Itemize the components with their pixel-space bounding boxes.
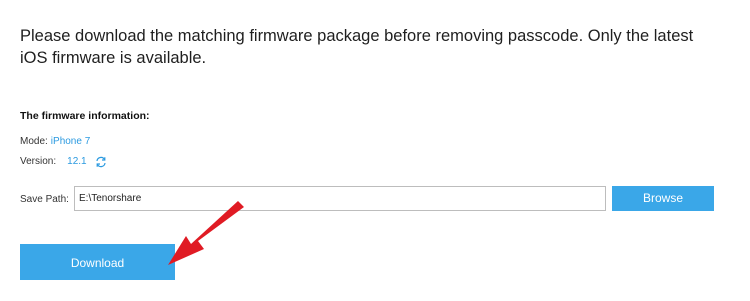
download-button[interactable]: Download bbox=[20, 244, 175, 280]
version-value: 12.1 bbox=[67, 155, 87, 167]
save-path-label: Save Path: bbox=[20, 194, 69, 205]
version-label: Version: bbox=[20, 155, 57, 167]
firmware-download-panel: Please download the matching firmware pa… bbox=[0, 0, 750, 301]
browse-button[interactable]: Browse bbox=[612, 186, 714, 211]
intro-text: Please download the matching firmware pa… bbox=[20, 25, 720, 69]
firmware-info-title: The firmware information: bbox=[20, 110, 150, 122]
save-path-input[interactable] bbox=[74, 186, 606, 211]
version-row: Version: 12.1 bbox=[20, 155, 107, 168]
intro-line-2: iOS firmware is available. bbox=[20, 49, 207, 67]
mode-label: Mode: bbox=[20, 136, 48, 147]
mode-value: iPhone 7 bbox=[50, 136, 91, 147]
intro-line-1: Please download the matching firmware pa… bbox=[20, 27, 694, 45]
mode-row: Mode: iPhone 7 bbox=[20, 136, 90, 147]
refresh-icon[interactable] bbox=[95, 156, 107, 168]
